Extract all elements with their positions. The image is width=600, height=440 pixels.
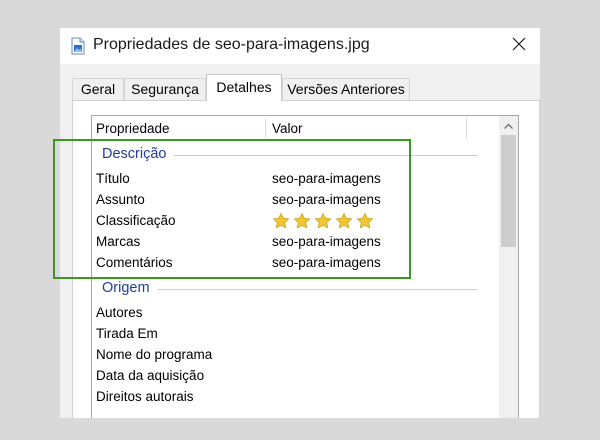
rating-stars[interactable]	[272, 212, 374, 230]
property-name: Marcas	[96, 234, 141, 249]
star-icon[interactable]	[272, 212, 290, 230]
property-value[interactable]: seo-para-imagens	[272, 171, 381, 186]
tab-versoes-anteriores[interactable]: Versões Anteriores	[282, 78, 410, 100]
window-title: Propriedades de seo-para-imagens.jpg	[93, 36, 370, 53]
column-header-propriedade[interactable]: Propriedade	[96, 121, 170, 136]
property-name: Nome do programa	[96, 347, 213, 362]
property-name: Direitos autorais	[96, 389, 194, 404]
list-item[interactable]: Direitos autorais	[92, 387, 496, 408]
column-divider[interactable]	[466, 118, 467, 138]
property-value[interactable]: seo-para-imagens	[272, 255, 381, 270]
list-item[interactable]: Título seo-para-imagens	[92, 169, 496, 190]
property-name: Tirada Em	[96, 326, 158, 341]
property-name: Assunto	[96, 192, 145, 207]
list-item[interactable]: Autores	[92, 303, 496, 324]
property-list[interactable]: Propriedade Valor Descrição Título seo-p…	[91, 115, 519, 418]
scrollbar-thumb[interactable]	[501, 135, 516, 247]
vertical-scrollbar[interactable]	[499, 116, 518, 418]
list-item[interactable]: Nome do programa	[92, 345, 496, 366]
list-item[interactable]: Tirada Em	[92, 324, 496, 345]
group-header-origem: Origem	[102, 280, 150, 296]
property-value[interactable]: seo-para-imagens	[272, 192, 381, 207]
list-item[interactable]: Data da aquisição	[92, 366, 496, 387]
group-divider	[174, 155, 478, 156]
tab-detalhes[interactable]: Detalhes	[206, 74, 282, 101]
group-header-descricao: Descrição	[102, 146, 167, 162]
list-item[interactable]: Assunto seo-para-imagens	[92, 190, 496, 211]
close-button[interactable]	[498, 28, 540, 64]
property-name: Autores	[96, 305, 143, 320]
list-item[interactable]: Marcas seo-para-imagens	[92, 232, 496, 253]
title-bar: Propriedades de seo-para-imagens.jpg	[60, 28, 540, 64]
chevron-up-icon	[504, 116, 513, 134]
property-name: Título	[96, 171, 130, 186]
column-header-valor[interactable]: Valor	[272, 121, 303, 136]
details-panel: Propriedade Valor Descrição Título seo-p…	[72, 100, 540, 418]
list-item[interactable]: Comentários seo-para-imagens	[92, 253, 496, 274]
property-name: Data da aquisição	[96, 368, 205, 383]
star-icon[interactable]	[335, 212, 353, 230]
star-icon[interactable]	[293, 212, 311, 230]
scroll-up-button[interactable]	[499, 116, 518, 133]
star-icon[interactable]	[314, 212, 332, 230]
property-name: Classificação	[96, 213, 176, 228]
properties-window: Propriedades de seo-para-imagens.jpg Ger…	[60, 28, 540, 418]
tab-geral[interactable]: Geral	[72, 78, 124, 100]
list-header: Propriedade Valor	[92, 116, 496, 141]
star-icon[interactable]	[356, 212, 374, 230]
group-divider	[158, 289, 478, 290]
property-name: Comentários	[96, 255, 173, 270]
property-value[interactable]: seo-para-imagens	[272, 234, 381, 249]
tab-seguranca[interactable]: Segurança	[124, 78, 206, 100]
column-divider[interactable]	[265, 118, 266, 138]
list-item[interactable]: Classificação	[92, 211, 496, 232]
image-file-icon	[71, 37, 85, 55]
close-icon	[512, 37, 526, 56]
